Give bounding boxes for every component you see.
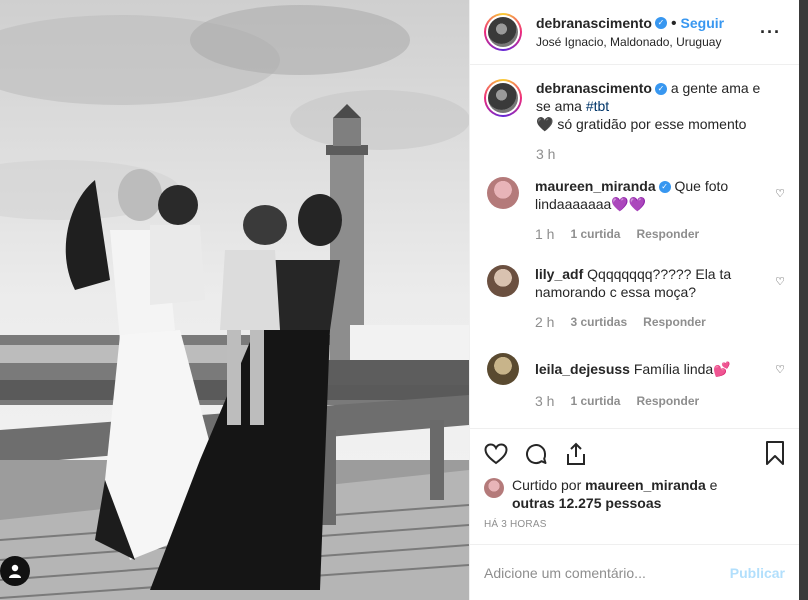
more-options-icon[interactable]: ··· [760,22,781,43]
caption-time[interactable]: 3 h [536,145,555,163]
comment-input[interactable]: Adicione um comentário... [484,565,730,581]
commenter-avatar[interactable] [487,177,519,209]
comment-text: Família linda💕 [633,361,731,377]
reply-button[interactable]: Responder [643,313,706,331]
comment-likes[interactable]: 1 curtida [570,225,620,243]
comment-item: leila_dejesuss Família linda💕 3 h 1 curti… [484,353,785,410]
author-avatar[interactable] [484,13,522,51]
share-icon[interactable] [564,442,588,466]
author-username[interactable]: debranascimento [536,15,652,31]
author-info: debranascimento ✓ • Seguir José Ignacio, Ma… [536,14,724,51]
likes-middle: e [705,477,718,493]
bookmark-icon[interactable] [765,441,785,470]
like-comment-heart-icon[interactable]: ♡ [775,187,785,200]
comment-item: maureen_miranda ✓ Que foto lindaaaaaaa💜💜 … [484,177,785,243]
post-photo[interactable] [0,0,469,600]
verified-icon: ✓ [654,83,667,96]
comment-item: lily_adf Qqqqqqqq????? Ela ta namorando … [484,265,785,331]
comments-list[interactable]: debranascimento ✓ a gente ama e se ama #t… [470,65,799,428]
liker-avatar[interactable] [484,478,504,498]
background-overlay [799,0,808,600]
caption-username[interactable]: debranascimento [536,80,652,96]
verified-icon: ✓ [658,181,671,194]
commenter-avatar[interactable] [487,353,519,385]
post-header: debranascimento ✓ • Seguir José Ignacio, Ma… [470,0,799,65]
action-bar [470,428,799,478]
verified-icon: ✓ [654,17,667,30]
comment-username[interactable]: leila_dejesuss [535,361,630,377]
like-comment-heart-icon[interactable]: ♡ [775,363,785,376]
comment-time[interactable]: 2 h [535,313,554,331]
likes-prefix: Curtido por [512,477,586,493]
comment-username[interactable]: lily_adf [535,266,583,282]
comment-likes[interactable]: 1 curtida [570,392,620,410]
tagged-user-icon[interactable] [0,556,30,586]
commenter-avatar[interactable] [487,265,519,297]
follow-button[interactable]: Seguir [681,15,725,31]
like-comment-heart-icon[interactable]: ♡ [775,275,785,288]
comment-icon[interactable] [524,442,548,466]
separator-dot: • [670,14,677,32]
comment-time[interactable]: 3 h [535,392,554,410]
post-side-panel: debranascimento ✓ • Seguir José Ignacio, Ma… [469,0,799,600]
location-link[interactable]: José Ignacio, Maldonado, Uruguay [536,33,724,51]
hashtag-link[interactable]: #tbt [586,98,609,114]
reply-button[interactable]: Responder [636,225,699,243]
caption-line2: 🖤 só gratidão por esse momento [536,116,747,132]
likes-summary: Curtido por maureen_miranda e outras 12.… [470,477,799,518]
liker-username[interactable]: maureen_miranda [585,477,706,493]
likes-count-link[interactable]: outras 12.275 pessoas [512,495,661,511]
publish-button[interactable]: Publicar [730,565,785,581]
post-timestamp[interactable]: HÁ 3 HORAS [470,518,799,544]
comment-username[interactable]: maureen_miranda [535,178,656,194]
caption-avatar[interactable] [484,79,522,117]
post-modal: debranascimento ✓ • Seguir José Ignacio, Ma… [0,0,808,600]
comment-likes[interactable]: 3 curtidas [570,313,627,331]
like-heart-icon[interactable] [484,442,508,466]
photo-illustration [0,0,469,600]
caption: debranascimento ✓ a gente ama e se ama #t… [484,79,785,163]
reply-button[interactable]: Responder [636,392,699,410]
add-comment-bar: Adicione um comentário... Publicar [470,544,799,600]
comment-time[interactable]: 1 h [535,225,554,243]
